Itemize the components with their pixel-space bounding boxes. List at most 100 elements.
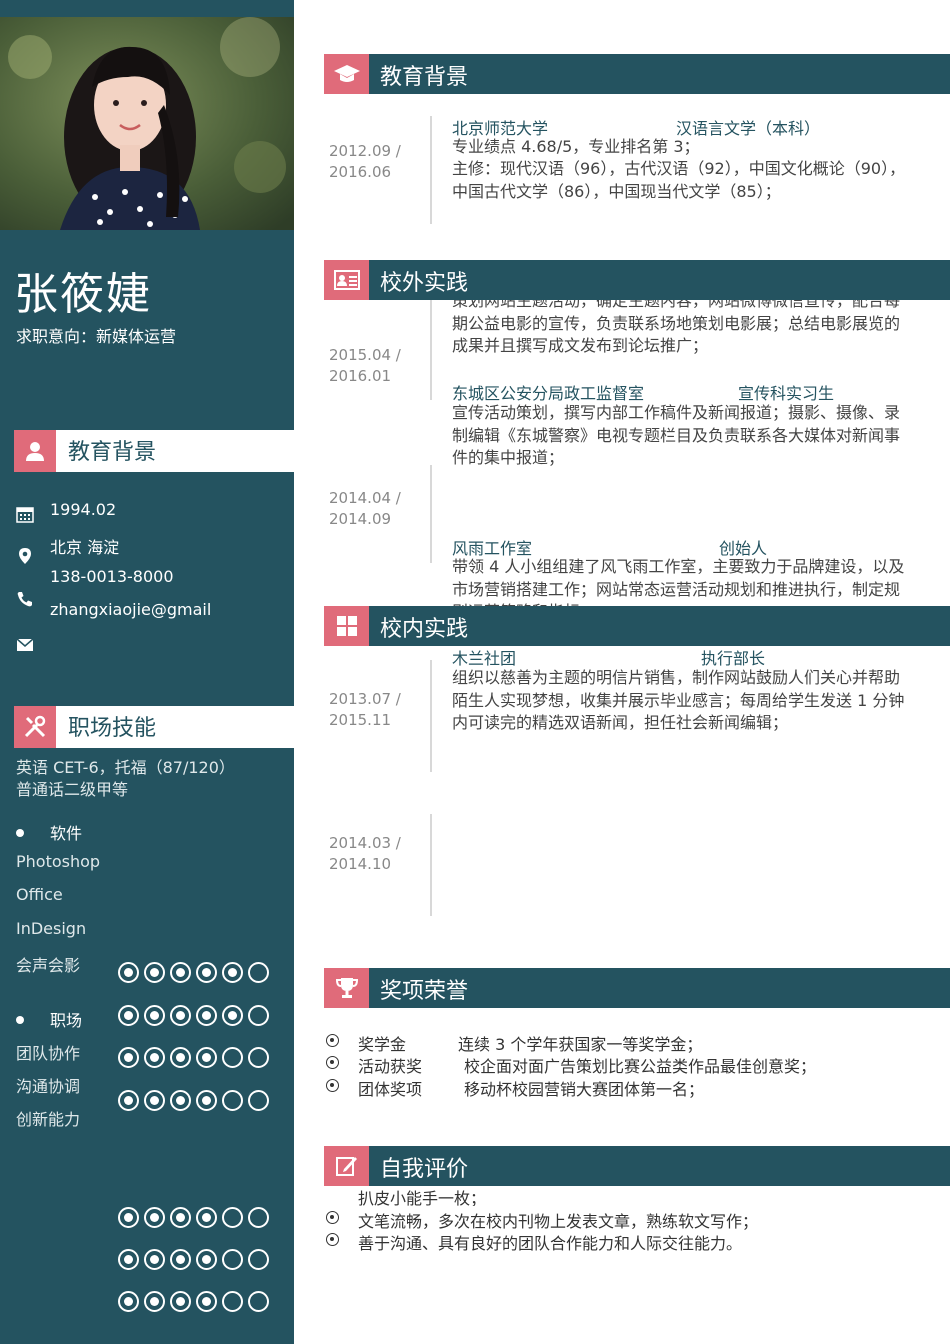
awards-section-header: 奖项荣誉 (324, 968, 950, 1008)
software-name: InDesign (16, 919, 87, 938)
location-icon (16, 547, 34, 565)
work-skill-name: 创新能力 (16, 1110, 81, 1129)
role-name: 执行部长 (701, 649, 766, 666)
bullet-dot (16, 828, 24, 837)
self-eval-section-header: 自我评价 (324, 1146, 950, 1186)
date-text: 2012.09 / 2016.06 (329, 142, 401, 181)
rating-dot-filled (222, 962, 243, 983)
rating-dot-empty (222, 1207, 243, 1228)
bullet-ring-icon (326, 1079, 339, 1092)
rating-dot-filled (170, 1207, 191, 1228)
role-name: 宣传科实习生 (738, 384, 835, 403)
rating-dot-filled (144, 962, 165, 983)
rating-dot-empty (222, 1291, 243, 1312)
rating-dot-filled (170, 1291, 191, 1312)
software-name: Photoshop (16, 852, 101, 871)
rating-dot-filled (196, 1249, 217, 1270)
rating-dot-filled (222, 1005, 243, 1026)
rating-dot-empty (222, 1249, 243, 1270)
external-entry-2-date: 2014.04 / 2014.09 (329, 488, 401, 530)
award-value: 校企面对面广告策划比赛公益类作品最佳创意奖； (464, 1057, 817, 1076)
award-label: 团体奖项 (358, 1080, 423, 1099)
external-entry-2-text: 宣传活动策划，撰写内部工作稿件及新闻报道；摄影、摄像、录制编辑《东城警察》电视专… (452, 403, 901, 467)
language-skill-1: 英语 CET-6，托福（87/120） (16, 758, 235, 777)
campus-entry-text: 组织以慈善为主题的明信片销售，制作网站鼓励人们关心并帮助陌生人实现梦想，收集并展… (452, 668, 905, 732)
rating-dot-filled (144, 1207, 165, 1228)
external-entry-1-text: 策划网站主题活动，确定主题内容，网站微博微信宣传，配合每期公益电影的宣传，负责联… (452, 300, 901, 355)
software-heading: 软件 (16, 820, 82, 844)
rating-dot-filled (118, 1207, 139, 1228)
rating-dot-filled (196, 1047, 217, 1068)
rating-dot-filled (144, 1047, 165, 1068)
skill-rating (118, 962, 280, 984)
rating-dot-empty (222, 1090, 243, 1111)
rating-dot-empty (248, 1291, 269, 1312)
birth-date: 1994.02 (50, 500, 117, 519)
awards-heading: 奖项荣誉 (380, 979, 469, 1004)
bullet-dot (16, 1015, 24, 1024)
rating-dot-filled (118, 1249, 139, 1270)
campus-head-clip: 木兰社团 执行部长 (440, 646, 920, 666)
job-intent-label: 求职意向： (16, 327, 97, 346)
rating-dot-empty (222, 1047, 243, 1068)
self-eval-heading: 自我评价 (380, 1157, 469, 1182)
external-entry-3-clip: 带领 4 人小组组建了风飞雨工作室，主要致力于品牌建设，以及市场营销搭建工作；网… (440, 556, 920, 606)
skill-rating (118, 1207, 280, 1229)
rating-dot-filled (170, 1047, 191, 1068)
location: 北京 海淀 (50, 538, 120, 557)
rating-dot-empty (248, 1207, 269, 1228)
rating-dot-filled (144, 1005, 165, 1026)
rating-dot-empty (248, 1249, 269, 1270)
rating-dot-empty (248, 1047, 269, 1068)
award-value: 连续 3 个学年获国家一等奖学金； (458, 1035, 703, 1054)
rating-dot-filled (118, 1291, 139, 1312)
grid-icon (324, 606, 369, 646)
external-entry-1-clip: 策划网站主题活动，确定主题内容，网站微博微信宣传，配合每期公益电影的宣传，负责联… (440, 300, 920, 360)
job-intent-value: 新媒体运营 (96, 327, 177, 346)
bullet-ring-icon (326, 1233, 339, 1246)
external-entry-2-head: 东城区公安分局政工监督室 宣传科实习生 (452, 380, 834, 404)
phone-icon (16, 590, 34, 608)
external-entry-1-date: 2015.04 / 2016.01 (329, 345, 401, 387)
phone-number: 138-0013-8000 (50, 567, 174, 586)
education-date: 2012.09 / 2016.06 (329, 141, 401, 183)
skill-rating (118, 1047, 280, 1069)
award-label: 奖学金 (358, 1035, 407, 1054)
date-text: 2015.04 / 2016.01 (329, 346, 401, 385)
timeline-line (430, 814, 432, 916)
rating-dot-filled (196, 1005, 217, 1026)
self-eval-text: 文笔流畅，多次在校内刊物上发表文章，熟练软文写作； (358, 1212, 759, 1231)
campus-heading: 校内实践 (380, 617, 469, 642)
timeline-line (430, 116, 432, 224)
rating-dot-filled (196, 962, 217, 983)
skill-rating (118, 1005, 280, 1027)
skill-rating (118, 1291, 280, 1313)
rating-dot-filled (196, 1090, 217, 1111)
rating-dot-filled (170, 962, 191, 983)
rating-dot-filled (144, 1090, 165, 1111)
date-text: 2013.07 / 2015.11 (329, 690, 401, 729)
work-skill-name: 团队协作 (16, 1044, 81, 1063)
rating-dot-filled (196, 1207, 217, 1228)
self-eval-first-clip: 扒皮小能手一枚； (326, 1184, 826, 1206)
sidebar-info-heading-text: 教育背景 (68, 440, 157, 465)
self-eval-text: 扒皮小能手一枚； (358, 1189, 487, 1206)
work-skill-heading-text: 职场 (50, 1011, 83, 1030)
bullet-ring-icon (326, 1056, 339, 1069)
edit-icon (324, 1146, 369, 1186)
campus-section-header: 校内实践 (324, 606, 950, 646)
timeline-line (430, 465, 432, 563)
rating-dot-filled (118, 1047, 139, 1068)
bullet-ring-icon (326, 1211, 339, 1224)
rating-dot-filled (118, 962, 139, 983)
campus-entry-head: 木兰社团 执行部长 (452, 646, 765, 666)
rating-dot-empty (248, 1090, 269, 1111)
external-heading: 校外实践 (380, 271, 469, 296)
education-courses: 主修：现代汉语（96），古代汉语（92），中国文化概论（90），中国古代文学（8… (452, 159, 906, 201)
work-skill-name: 沟通协调 (16, 1077, 81, 1096)
user-icon (14, 430, 56, 472)
candidate-name: 张筱婕 (14, 269, 152, 320)
sidebar-skills-heading: 职场技能 (14, 706, 294, 748)
self-eval-text: 善于沟通、具有良好的团队合作能力和人际交往能力。 (358, 1234, 743, 1253)
rating-dot-filled (170, 1249, 191, 1270)
